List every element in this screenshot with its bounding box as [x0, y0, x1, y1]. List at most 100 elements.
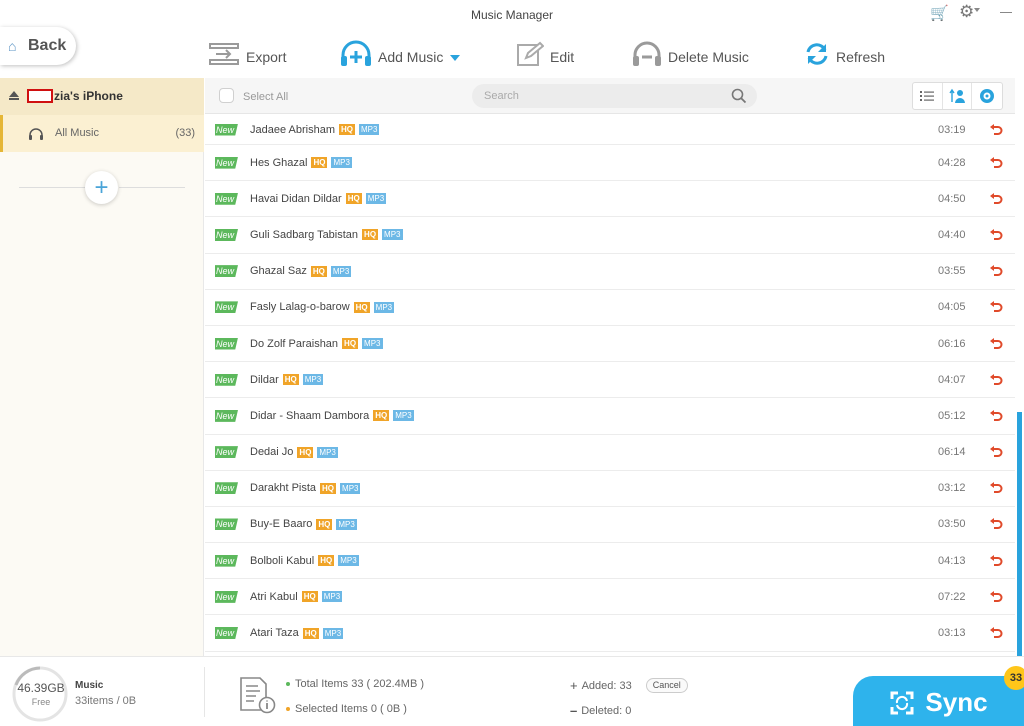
select-all-label[interactable]: Select All [243, 91, 288, 103]
undo-icon[interactable] [989, 409, 1003, 423]
new-badge: New [215, 554, 238, 567]
minimize-icon[interactable] [1000, 12, 1012, 13]
chevron-down-icon [450, 55, 461, 61]
undo-icon[interactable] [989, 481, 1003, 495]
edit-button[interactable]: Edit [516, 34, 574, 74]
mp3-badge: MP3 [302, 374, 324, 386]
list-view-button[interactable] [913, 83, 943, 109]
song-list: New Jadaee Abrisham HQ MP3 03:19 New Hes Ghaza… [205, 115, 1015, 655]
sync-label: Sync [925, 687, 988, 717]
song-duration: 06:14 [938, 446, 966, 459]
search-icon[interactable] [731, 88, 747, 104]
undo-icon[interactable] [989, 626, 1003, 640]
add-playlist-button[interactable]: + [85, 171, 118, 204]
song-row[interactable]: New Do Zolf Paraishan HQ MP3 06:16 [205, 326, 1015, 363]
undo-icon[interactable] [989, 192, 1003, 206]
view-toggle-group [912, 82, 1003, 110]
song-duration: 04:40 [938, 228, 966, 241]
album-view-button[interactable] [972, 83, 1002, 109]
cancel-button[interactable]: Cancel [645, 678, 688, 693]
hq-badge: HQ [282, 374, 299, 386]
sync-icon [890, 691, 914, 714]
hq-badge: HQ [302, 627, 319, 639]
song-title-cell: Bolboli Kabul HQ MP3 [250, 555, 359, 567]
mp3-badge: MP3 [322, 627, 344, 639]
mp3-badge: MP3 [393, 410, 414, 422]
sync-button[interactable]: Sync [853, 676, 1024, 726]
mp3-badge: MP3 [340, 482, 361, 494]
add-music-button[interactable]: Add Music [340, 34, 461, 74]
song-row[interactable]: New Atri Kabul HQ MP3 07:22 [205, 579, 1015, 616]
song-row[interactable]: New Buy-E Baaro HQ MP3 03:50 [205, 507, 1015, 544]
undo-icon[interactable] [989, 228, 1003, 242]
song-duration: 03:19 [938, 123, 966, 136]
device-name: zia's iPhone [54, 89, 123, 103]
mp3-badge: MP3 [331, 157, 352, 169]
song-title: Ghazal Saz [250, 265, 307, 278]
new-badge: New [215, 518, 238, 531]
gear-icon[interactable]: ⚙ [959, 2, 974, 22]
search-input[interactable] [484, 88, 724, 104]
export-button[interactable]: Export [208, 34, 286, 74]
song-row[interactable]: New Darakht Pista HQ MP3 03:12 [205, 471, 1015, 507]
song-title-cell: Atri Kabul HQ MP3 [250, 591, 343, 603]
mp3-badge: MP3 [317, 446, 338, 458]
undo-icon[interactable] [989, 300, 1003, 314]
song-duration: 03:55 [938, 265, 966, 278]
mp3-badge: MP3 [362, 338, 383, 350]
song-duration: 06:16 [938, 337, 966, 350]
mp3-badge: MP3 [373, 301, 395, 313]
sidebar-item-all-music[interactable]: All Music (33) [0, 115, 204, 152]
back-button[interactable]: ⌂ Back [0, 27, 76, 65]
song-row[interactable]: New Dildar HQ MP3 04:07 [205, 362, 1015, 399]
delete-music-button[interactable]: Delete Music [632, 34, 749, 74]
mp3-badge: MP3 [365, 193, 387, 205]
deleted-text: Deleted: 0 [581, 704, 632, 717]
song-row[interactable]: New Dedai Jo HQ MP3 06:14 [205, 435, 1015, 471]
new-badge: New [215, 409, 238, 422]
undo-icon[interactable] [989, 373, 1003, 387]
undo-icon[interactable] [989, 517, 1003, 531]
song-row[interactable]: New Havai Didan Dildar HQ MP3 04:50 [205, 181, 1015, 218]
edit-label: Edit [550, 49, 575, 65]
artist-view-button[interactable] [943, 83, 973, 109]
song-row[interactable]: New Jadaee Abrisham HQ MP3 03:19 [205, 115, 1015, 145]
chevron-down-icon[interactable] [974, 8, 980, 12]
song-row[interactable]: New Didar - Shaam Dambora HQ MP3 05:12 [205, 398, 1015, 435]
sidebar-item-label: All Music [55, 127, 100, 139]
list-icon [920, 91, 935, 101]
song-row[interactable]: New Ghazal Saz HQ MP3 03:55 [205, 254, 1015, 290]
cart-icon[interactable]: 🛒 [930, 4, 949, 22]
undo-icon[interactable] [989, 445, 1003, 459]
song-row[interactable]: New Hes Ghazal HQ MP3 04:28 [205, 145, 1015, 182]
title-bar: Music Manager 🛒 ⚙ [0, 0, 1024, 30]
undo-icon[interactable] [989, 337, 1003, 351]
eject-icon[interactable] [9, 91, 19, 101]
new-badge: New [215, 123, 238, 136]
hq-badge: HQ [318, 555, 335, 567]
new-badge: New [215, 627, 238, 640]
refresh-button[interactable]: Refresh [804, 34, 885, 74]
song-title-cell: Didar - Shaam Dambora HQ MP3 [250, 410, 414, 422]
search-box [472, 84, 757, 108]
song-duration: 07:22 [938, 590, 966, 603]
song-title: Atari Taza [250, 627, 299, 640]
plus-icon: + [94, 173, 109, 201]
hq-badge: HQ [345, 193, 362, 205]
artist-icon [949, 88, 965, 103]
minus-icon: – [570, 703, 578, 718]
song-row[interactable]: New Bolboli Kabul HQ MP3 04:13 [205, 543, 1015, 580]
song-row[interactable]: New Fasly Lalag-o-barow HQ MP3 04:05 [205, 290, 1015, 326]
device-row[interactable]: zia's iPhone [0, 78, 204, 115]
undo-icon[interactable] [989, 554, 1003, 568]
song-row[interactable]: New Guli Sadbarg Tabistan HQ MP3 04:40 [205, 217, 1015, 254]
song-duration: 04:05 [938, 301, 966, 314]
song-row[interactable]: New Atari Taza HQ MP3 03:13 [205, 615, 1015, 652]
window-title: Music Manager [470, 8, 554, 22]
undo-icon[interactable] [989, 156, 1003, 170]
undo-icon[interactable] [989, 264, 1003, 278]
new-badge: New [215, 373, 238, 386]
undo-icon[interactable] [989, 123, 1003, 137]
undo-icon[interactable] [989, 590, 1003, 604]
select-all-checkbox[interactable] [219, 88, 234, 103]
